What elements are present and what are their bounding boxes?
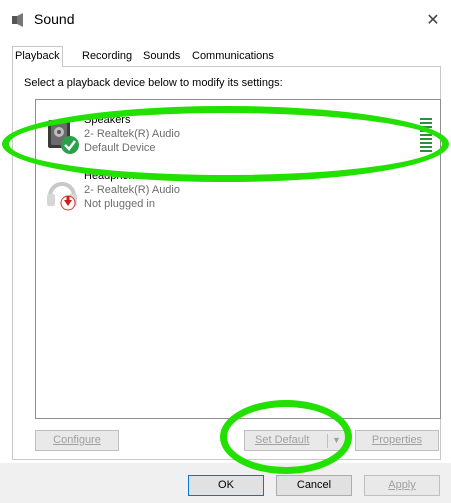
tab-sounds[interactable]: Sounds xyxy=(141,48,182,65)
device-status: Not plugged in xyxy=(84,198,155,210)
default-check-icon xyxy=(61,136,79,154)
properties-button[interactable]: Properties xyxy=(355,430,439,451)
chevron-down-icon[interactable]: ▼ xyxy=(332,431,341,450)
title-bar: Sound ✕ xyxy=(0,0,451,40)
device-item-headphone[interactable]: Headphone 2- Realtek(R) Audio Not plugge… xyxy=(36,166,440,216)
tab-communications[interactable]: Communications xyxy=(190,48,276,65)
speaker-icon xyxy=(48,120,79,154)
configure-button[interactable]: Configure xyxy=(35,430,119,451)
set-default-button[interactable]: Set Default ▼ xyxy=(244,430,346,451)
close-button[interactable]: ✕ xyxy=(421,10,445,32)
ok-button[interactable]: OK xyxy=(188,475,264,496)
headphone-icon xyxy=(47,182,77,211)
tab-recording[interactable]: Recording xyxy=(80,48,134,65)
apply-button[interactable]: Apply xyxy=(364,475,440,496)
instruction-text: Select a playback device below to modify… xyxy=(24,77,283,89)
device-item-speakers[interactable]: Speakers 2- Realtek(R) Audio Default Dev… xyxy=(36,110,440,160)
tab-playback[interactable]: Playback xyxy=(12,46,63,67)
window-title: Sound xyxy=(34,11,75,27)
volume-level-meter xyxy=(420,118,432,156)
cancel-button[interactable]: Cancel xyxy=(276,475,352,496)
device-driver: 2- Realtek(R) Audio xyxy=(84,128,180,140)
device-status: Default Device xyxy=(84,142,156,154)
device-driver: 2- Realtek(R) Audio xyxy=(84,184,180,196)
device-list[interactable]: Speakers 2- Realtek(R) Audio Default Dev… xyxy=(35,99,441,419)
speaker-icon xyxy=(12,13,23,27)
tab-bar: Playback Recording Sounds Communications xyxy=(0,46,451,67)
device-name: Speakers xyxy=(84,114,131,126)
device-name: Headphone xyxy=(84,170,141,182)
